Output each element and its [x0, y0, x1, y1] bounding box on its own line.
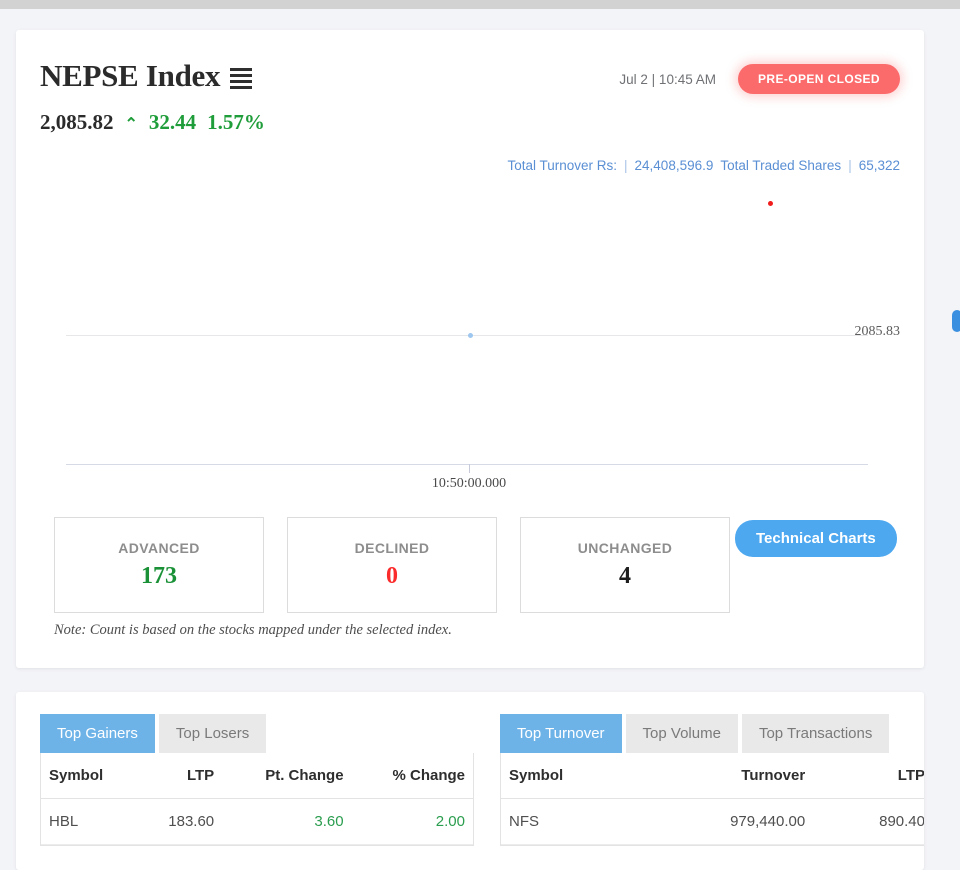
tab-top-transactions[interactable]: Top Transactions	[741, 714, 890, 753]
chart-last-point-marker	[768, 201, 773, 206]
index-point-change: 32.44	[148, 110, 197, 134]
index-last-value: 2,085.82	[40, 110, 114, 134]
cell-symbol[interactable]: HBL	[41, 798, 138, 845]
column-header-pt-change[interactable]: Pt. Change	[222, 753, 352, 799]
chart-reference-line	[66, 335, 868, 336]
chart-x-tick	[469, 464, 470, 473]
stat-box-unchanged: UNCHANGED 4	[520, 517, 730, 613]
market-breadth-stats: ADVANCED 173 DECLINED 0 UNCHANGED 4	[54, 517, 730, 613]
browser-top-strip	[0, 0, 960, 9]
top-lists-panels: Top Gainers Top Losers Symbol LTP Pt. Ch…	[40, 714, 924, 846]
cell-pct-change: 2.00	[351, 798, 473, 845]
page-root: NEPSE Index 2,085.82 ⌃ 32.44 1.57% Jul 2…	[0, 0, 960, 870]
shares-separator: |	[848, 158, 852, 173]
turnover-separator: |	[624, 158, 628, 173]
top-lists-card: Top Gainers Top Losers Symbol LTP Pt. Ch…	[16, 692, 924, 870]
stat-value: 0	[386, 563, 398, 589]
column-header-symbol[interactable]: Symbol	[41, 753, 138, 799]
cell-ltp: 890.40	[813, 798, 924, 845]
column-header-turnover[interactable]: Turnover	[636, 753, 814, 799]
stat-label: ADVANCED	[118, 540, 200, 556]
column-header-pct-change[interactable]: % Change	[351, 753, 473, 799]
top-turnover-table: Symbol Turnover LTP NFS 979,440.00 890.4…	[501, 753, 924, 845]
cell-symbol[interactable]: NFS	[501, 798, 637, 845]
chart-series-point-marker	[468, 333, 473, 338]
total-turnover-label: Total Turnover Rs:	[507, 158, 618, 173]
cell-turnover: 979,440.00	[636, 798, 814, 845]
index-intraday-chart[interactable]: 2085.83 10:50:00.000	[40, 180, 900, 505]
index-value-row: 2,085.82 ⌃ 32.44 1.57%	[40, 110, 900, 135]
column-header-ltp[interactable]: LTP	[137, 753, 223, 799]
hamburger-icon[interactable]	[230, 64, 253, 89]
page-title: NEPSE Index	[40, 58, 221, 93]
top-gainers-table: Symbol LTP Pt. Change % Change HBL 183.6…	[41, 753, 473, 845]
table-row[interactable]: NFS 979,440.00 890.40	[501, 798, 924, 845]
cell-pt-change: 3.60	[222, 798, 352, 845]
stat-box-advanced: ADVANCED 173	[54, 517, 264, 613]
table-header-row: Symbol LTP Pt. Change % Change	[41, 753, 473, 799]
gainers-losers-panel: Top Gainers Top Losers Symbol LTP Pt. Ch…	[40, 714, 474, 846]
total-shares-label: Total Traded Shares	[720, 158, 842, 173]
market-totals: Total Turnover Rs: | 24,408,596.9 Total …	[507, 158, 900, 173]
stat-box-declined: DECLINED 0	[287, 517, 497, 613]
tab-top-losers[interactable]: Top Losers	[158, 714, 267, 753]
column-header-symbol[interactable]: Symbol	[501, 753, 637, 799]
nepse-index-card: NEPSE Index 2,085.82 ⌃ 32.44 1.57% Jul 2…	[16, 30, 924, 668]
turnover-table-wrap: Symbol Turnover LTP NFS 979,440.00 890.4…	[500, 753, 924, 846]
arrow-up-icon: ⌃	[124, 116, 138, 133]
total-shares-value: 65,322	[858, 158, 900, 173]
chart-reference-value-label: 2085.83	[854, 324, 901, 339]
cell-ltp: 183.60	[137, 798, 223, 845]
stat-value: 4	[619, 563, 631, 589]
status-badge[interactable]: PRE-OPEN CLOSED	[737, 64, 900, 94]
tab-top-volume[interactable]: Top Volume	[625, 714, 738, 753]
breadth-note: Note: Count is based on the stocks mappe…	[54, 622, 452, 638]
technical-charts-button[interactable]: Technical Charts	[735, 520, 897, 557]
table-row[interactable]: HBL 183.60 3.60 2.00	[41, 798, 473, 845]
stat-label: DECLINED	[354, 540, 430, 556]
column-header-ltp[interactable]: LTP	[813, 753, 924, 799]
stat-value: 173	[141, 563, 177, 589]
table-header-row: Symbol Turnover LTP	[501, 753, 924, 799]
gainers-losers-tabs: Top Gainers Top Losers	[40, 714, 474, 753]
gainers-table-wrap: Symbol LTP Pt. Change % Change HBL 183.6…	[40, 753, 474, 846]
chart-x-tick-label: 10:50:00.000	[431, 476, 507, 491]
stat-label: UNCHANGED	[577, 540, 673, 556]
total-turnover-value: 24,408,596.9	[634, 158, 714, 173]
index-percent-change: 1.57%	[207, 110, 265, 134]
index-meta: Jul 2 | 10:45 AM PRE-OPEN CLOSED	[619, 64, 900, 94]
chart-x-axis	[66, 464, 868, 465]
tab-top-gainers[interactable]: Top Gainers	[40, 714, 155, 753]
page-scroll-indicator[interactable]	[952, 310, 960, 332]
tab-top-turnover[interactable]: Top Turnover	[500, 714, 622, 753]
market-datetime: Jul 2 | 10:45 AM	[619, 71, 716, 87]
turnover-volume-panel: Top Turnover Top Volume Top Transactions…	[500, 714, 924, 846]
turnover-volume-tabs: Top Turnover Top Volume Top Transactions	[500, 714, 924, 753]
